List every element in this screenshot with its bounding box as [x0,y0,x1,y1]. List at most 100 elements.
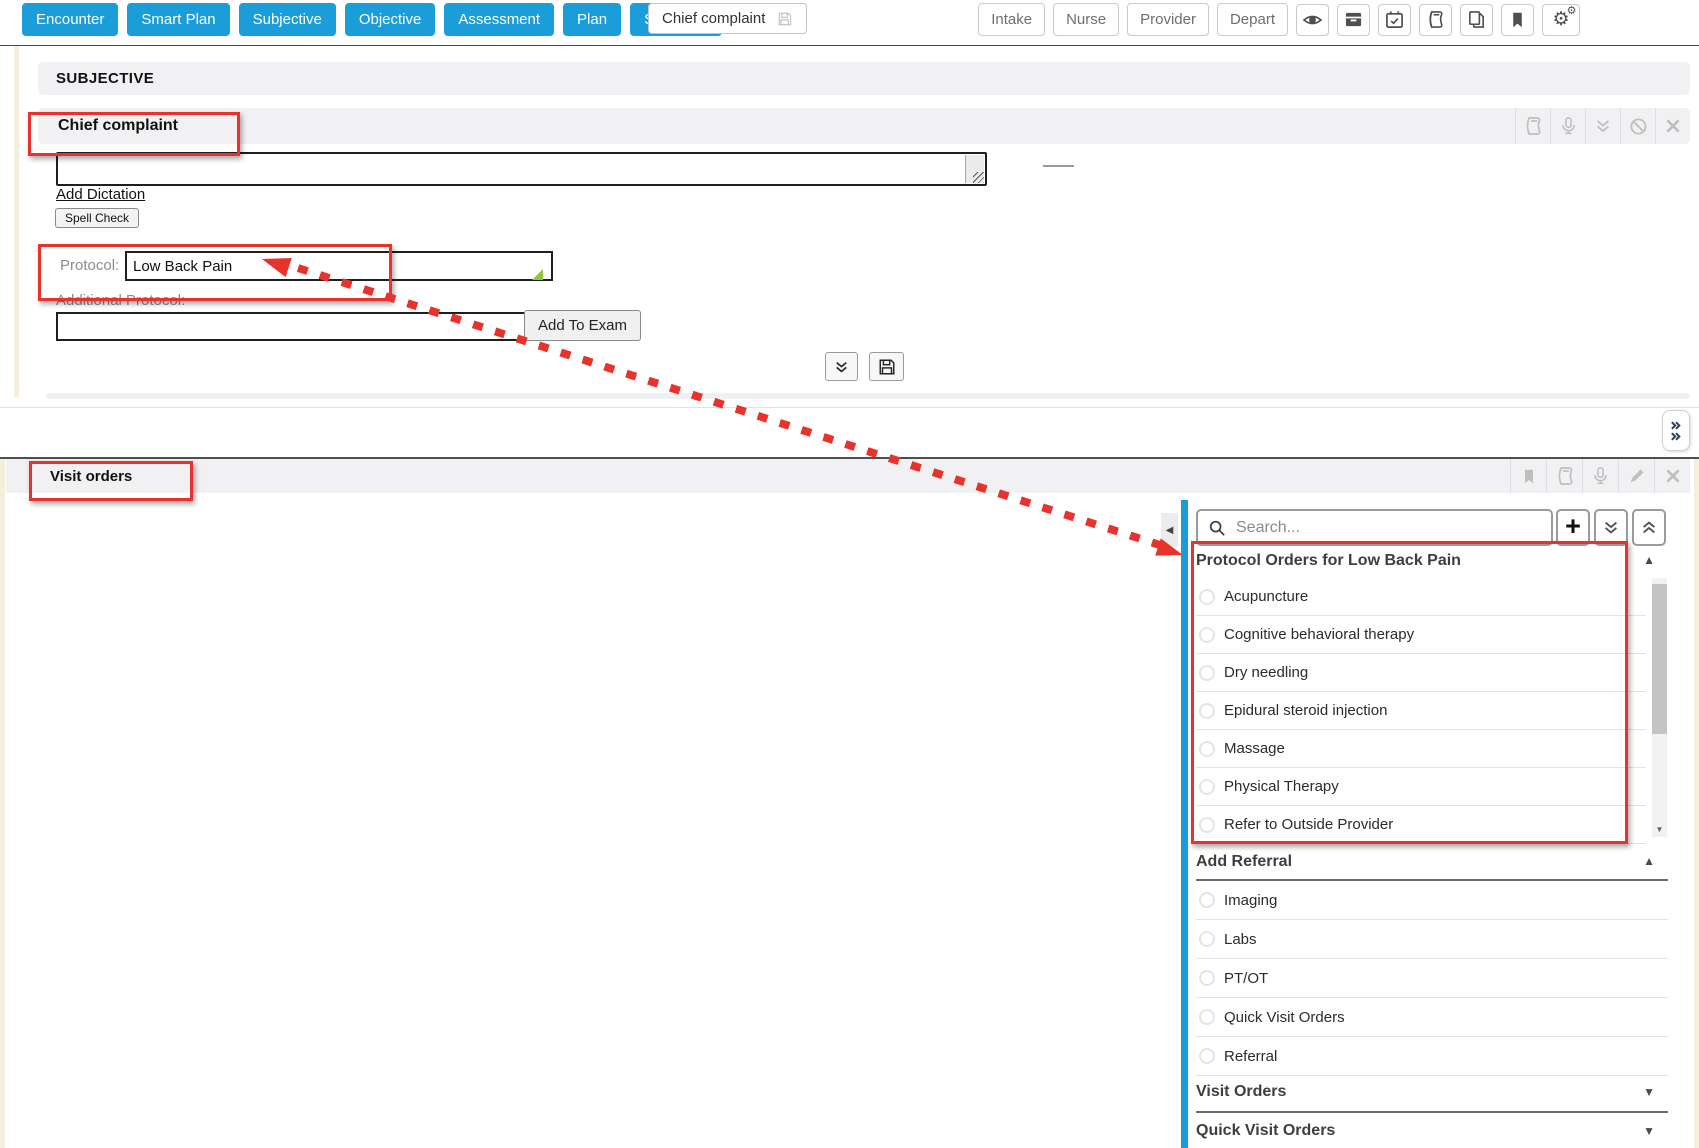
order-search-box [1196,509,1553,546]
nav-tab[interactable]: Objective [345,3,436,36]
protocol-orders-header: Protocol Orders for Low Back Pain [1196,544,1646,579]
stage-buttons: IntakeNurseProviderDepart [978,3,1288,36]
current-section-tab[interactable]: Chief complaint [648,3,807,34]
toolbar-right-group: IntakeNurseProviderDepart ⚙⚙ [978,3,1580,36]
chevron-double-down-icon[interactable] [1585,108,1620,144]
book-icon[interactable] [1419,4,1452,36]
order-radio[interactable] [1199,703,1215,719]
order-radio[interactable] [1199,931,1215,947]
close-icon[interactable] [1654,459,1690,493]
protocol-input[interactable] [125,251,553,281]
referral-list-item[interactable]: PT/OT [1196,959,1668,998]
stage-button[interactable]: Nurse [1053,3,1119,36]
panel-collapse-button[interactable]: ◀ [1161,513,1178,547]
additional-protocol-label: Additional Protocol: [56,292,185,309]
protocol-orders-title: Protocol Orders for Low Back Pain [1196,552,1461,570]
bookmark-icon[interactable] [1501,4,1534,36]
panel-scrollbar[interactable]: ▼ [1652,578,1667,837]
scrollbar-thumb[interactable] [1652,584,1667,734]
visit-orders-group-header: Visit Orders [1196,1073,1668,1111]
order-radio[interactable] [1199,741,1215,757]
referral-list-item[interactable]: Quick Visit Orders [1196,998,1668,1037]
bookmark-icon[interactable] [1510,459,1546,493]
order-radio[interactable] [1199,817,1215,833]
collapse-section-button[interactable] [825,352,858,381]
subjective-section-band: SUBJECTIVE [38,62,1690,95]
chief-complaint-textarea[interactable] [56,152,987,186]
left-edge-strip [0,459,5,1148]
search-icon [1208,519,1226,537]
ehr-screen: Encounter Smart Plan Subjective ObjectiveAs… [0,0,1699,1148]
book-icon[interactable] [1515,108,1550,144]
edit-pencil-icon[interactable] [1618,459,1654,493]
nav-tab[interactable]: Plan [563,3,621,36]
resize-grip-icon[interactable] [973,172,984,183]
visit-orders-group-title: Visit Orders [1196,1083,1286,1101]
collapse-all-button[interactable] [1632,509,1666,546]
order-radio[interactable] [1199,1009,1215,1025]
nav-tabs: Encounter Smart Plan Subjective ObjectiveAs… [22,3,722,36]
order-label: Dry needling [1224,664,1308,681]
order-radio[interactable] [1199,627,1215,643]
referral-list-item[interactable]: Labs [1196,920,1668,959]
eye-icon[interactable] [1296,4,1329,36]
nav-tab[interactable]: Assessment [444,3,554,36]
order-radio[interactable] [1199,970,1215,986]
autocomplete-corner-marker [532,269,543,280]
save-button[interactable] [869,352,904,381]
add-referral-collapse-caret[interactable]: ▲ [1643,854,1655,868]
order-radio[interactable] [1199,892,1215,908]
stage-button[interactable]: Intake [978,3,1045,36]
nav-tab[interactable]: Encounter [22,3,118,36]
order-radio[interactable] [1199,779,1215,795]
order-list-item[interactable]: Refer to Outside Provider [1196,806,1646,844]
protocol-orders-collapse-caret[interactable]: ▲ [1643,553,1655,567]
order-radio[interactable] [1199,665,1215,681]
quick-visit-orders-expand-caret[interactable]: ▼ [1643,1124,1655,1138]
visit-orders-header-icons [1510,459,1690,493]
microphone-icon[interactable] [1550,108,1585,144]
order-radio[interactable] [1199,1048,1215,1064]
close-icon[interactable] [1655,108,1690,144]
copy-icon[interactable] [1460,4,1493,36]
archive-box-icon[interactable] [1337,4,1370,36]
order-label: Physical Therapy [1224,778,1339,795]
order-label: Labs [1224,931,1257,948]
order-list-item[interactable]: Dry needling [1196,654,1646,692]
left-edge-strip [14,46,19,397]
stage-button[interactable]: Provider [1127,3,1209,36]
order-list-item[interactable]: Physical Therapy [1196,768,1646,806]
book-icon[interactable] [1546,459,1582,493]
microphone-icon[interactable] [1582,459,1618,493]
nav-tab[interactable]: Subjective [239,3,336,36]
splitter-band [0,407,1699,458]
settings-gears-icon[interactable]: ⚙⚙ [1542,4,1580,36]
visit-orders-expand-caret[interactable]: ▼ [1643,1085,1655,1099]
add-order-button[interactable]: + [1556,509,1590,546]
stage-button[interactable]: Depart [1217,3,1288,36]
save-icon [777,11,793,27]
calendar-check-icon[interactable] [1378,4,1411,36]
top-toolbar: Encounter Smart Plan Subjective ObjectiveAs… [0,0,1699,46]
referral-list-item[interactable]: Referral [1196,1037,1668,1076]
add-dictation-link[interactable]: Add Dictation [56,186,145,203]
current-section-label: Chief complaint [662,10,765,27]
additional-protocol-input[interactable] [56,312,527,341]
order-list-item[interactable]: Massage [1196,730,1646,768]
order-radio[interactable] [1199,589,1215,605]
expand-all-button[interactable] [1594,509,1628,546]
referral-list-item[interactable]: Imaging [1196,881,1668,920]
disable-icon[interactable] [1620,108,1655,144]
add-to-exam-button[interactable]: Add To Exam [524,310,641,341]
order-label: PT/OT [1224,970,1268,987]
order-list-item[interactable]: Epidural steroid injection [1196,692,1646,730]
gear-glyph: ⚙⚙ [1552,10,1569,29]
spell-check-button[interactable]: Spell Check [55,208,139,228]
splitter-handle[interactable] [1662,410,1690,451]
nav-tab[interactable]: Smart Plan [127,3,229,36]
order-list-item[interactable]: Acupuncture [1196,578,1646,616]
scrollbar-down-arrow[interactable]: ▼ [1652,822,1667,837]
order-list-item[interactable]: Cognitive behavioral therapy [1196,616,1646,654]
search-input[interactable] [1234,518,1551,538]
protocol-orders-list: Acupuncture Cognitive behavioral therapy… [1196,578,1646,844]
